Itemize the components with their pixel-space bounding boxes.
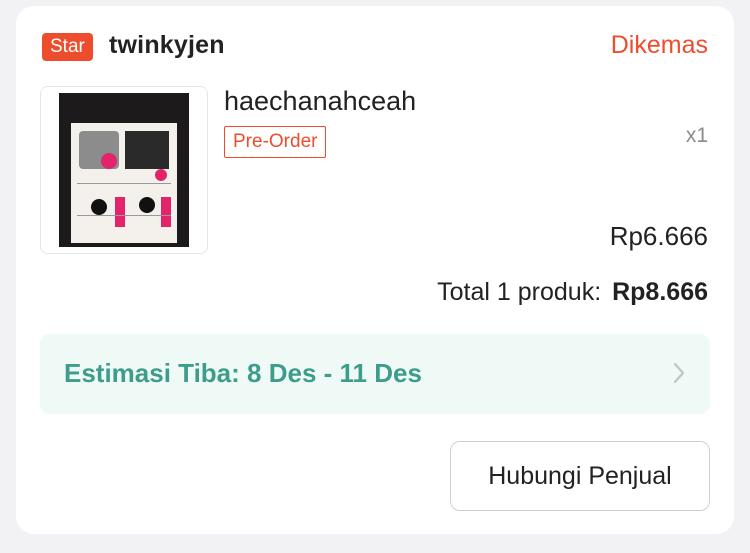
order-card[interactable]: Star twinkyjen Dikemas haechanahceah Pre… — [16, 6, 734, 534]
delivery-estimate[interactable]: Estimasi Tiba: 8 Des - 11 Des — [40, 334, 710, 414]
preorder-tag: Pre-Order — [224, 126, 327, 158]
product-name[interactable]: haechanahceah — [224, 86, 416, 117]
total-value: Rp8.666 — [612, 278, 708, 306]
order-total: Total 1 produk: Rp8.666 — [437, 278, 708, 307]
order-status: Dikemas — [610, 31, 708, 59]
shop-name[interactable]: twinkyjen — [109, 31, 225, 60]
product-thumbnail[interactable] — [40, 86, 208, 254]
total-label: Total 1 produk: — [437, 278, 602, 306]
star-badge: Star — [42, 33, 93, 61]
shop-header: Star twinkyjen Dikemas — [42, 31, 708, 73]
product-quantity: x1 — [685, 124, 708, 147]
contact-seller-button[interactable]: Hubungi Penjual — [450, 441, 710, 511]
estimate-text: Estimasi Tiba: 8 Des - 11 Des — [64, 358, 422, 388]
chevron-right-icon — [672, 360, 686, 391]
product-price: Rp6.666 — [609, 221, 708, 251]
product-image-icon — [41, 87, 207, 253]
